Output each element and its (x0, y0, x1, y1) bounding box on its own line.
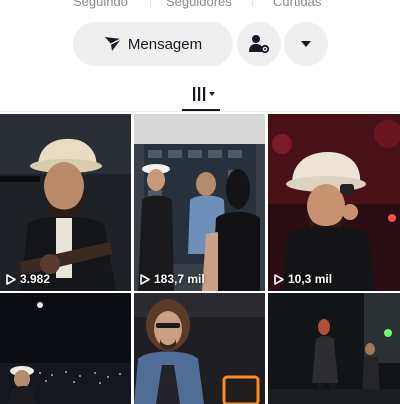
video-thumbnail-image (0, 114, 131, 291)
video-thumbnail-image (134, 114, 265, 291)
tab-divider (0, 111, 400, 112)
profile-stats: Seguindo Seguidores Curtidas (0, 0, 400, 16)
play-icon (6, 273, 16, 285)
stats-divider (150, 0, 151, 6)
video-thumbnail[interactable] (134, 293, 265, 404)
message-button[interactable]: Mensagem (73, 22, 233, 66)
play-icon (274, 273, 284, 285)
video-thumbnail[interactable]: 10,3 mil (268, 114, 400, 291)
video-thumbnail[interactable] (0, 293, 131, 404)
add-friend-button[interactable] (237, 22, 281, 66)
more-options-button[interactable] (284, 22, 328, 66)
video-thumbnail[interactable] (268, 293, 400, 404)
content-tabs (0, 81, 400, 112)
video-thumbnail-image (268, 114, 400, 291)
likes-label[interactable]: Curtidas (273, 0, 321, 9)
stats-divider (252, 0, 253, 6)
message-button-label: Mensagem (127, 35, 203, 53)
video-thumbnail[interactable]: 183,7 mil (134, 114, 265, 291)
view-count: 183,7 mil (140, 272, 205, 286)
person-settings-icon (249, 35, 270, 54)
view-count-label: 10,3 mil (288, 272, 333, 286)
video-grid: 3.982 183,7 mil 10,3 mil (0, 114, 400, 404)
view-count-label: 3.982 (20, 272, 51, 286)
play-icon (140, 273, 150, 285)
view-count-label: 183,7 mil (154, 272, 205, 286)
grid-icon (193, 87, 215, 101)
video-thumbnail[interactable]: 3.982 (0, 114, 131, 291)
view-count: 3.982 (6, 272, 50, 286)
send-icon (104, 37, 122, 51)
video-thumbnail-image (268, 293, 400, 404)
following-label[interactable]: Seguindo (73, 0, 128, 9)
chevron-down-icon (301, 41, 311, 47)
video-thumbnail-image (134, 293, 265, 404)
view-count: 10,3 mil (274, 272, 332, 286)
followers-label[interactable]: Seguidores (166, 0, 232, 9)
profile-actions: Mensagem (0, 22, 400, 68)
video-thumbnail-image (0, 293, 131, 404)
tab-videos[interactable] (184, 81, 224, 107)
